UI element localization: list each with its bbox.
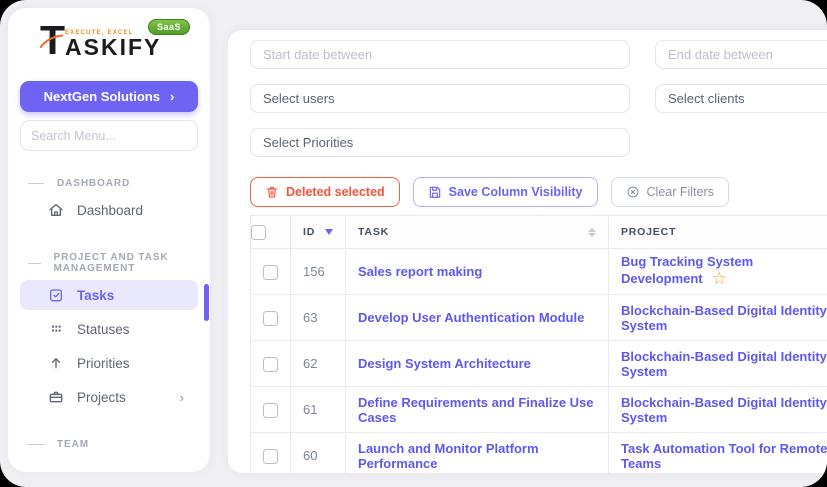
table-row: 61 Define Requirements and Finalize Use … (251, 387, 827, 433)
home-icon (48, 202, 64, 218)
section-header-team: TEAM (8, 439, 210, 450)
section-header-dashboard: DASHBOARD (8, 178, 210, 189)
row-checkbox[interactable] (263, 449, 278, 464)
save-icon (428, 185, 442, 199)
select-priorities-dropdown[interactable]: Select Priorities (250, 128, 630, 157)
task-link[interactable]: Launch and Monitor Platform Performance (358, 441, 539, 471)
table-row: 60 Launch and Monitor Platform Performan… (251, 433, 827, 474)
sidebar-item-tasks[interactable]: Tasks (20, 280, 198, 310)
sidebar-item-priorities[interactable]: Priorities (20, 348, 198, 378)
chevron-right-icon: › (180, 390, 184, 405)
section-dash-icon (28, 263, 41, 264)
sidebar-item-label: Dashboard (77, 203, 143, 218)
project-link[interactable]: Task Automation Tool for Remote Teams (621, 441, 827, 471)
app-screen: SaaS T EXECUTE, EXCEL ASKIFY NextGen Sol… (0, 0, 827, 487)
app-window: SaaS T EXECUTE, EXCEL ASKIFY NextGen Sol… (0, 0, 827, 487)
chevron-right-icon: › (170, 89, 174, 104)
sidebar-scrollbar-thumb[interactable] (204, 284, 209, 321)
table-header-row: ID TASK PROJECT (251, 216, 827, 249)
tasks-panel: Select users Select clients Select Prior… (228, 30, 827, 473)
trash-icon (265, 185, 279, 199)
task-checklist-icon (48, 287, 64, 303)
select-all-checkbox[interactable] (251, 225, 266, 240)
column-header-task[interactable]: TASK (346, 216, 609, 249)
briefcase-icon (48, 389, 64, 405)
select-clients-dropdown[interactable]: Select clients (655, 84, 827, 113)
task-id: 60 (291, 433, 346, 474)
tasks-table: ID TASK PROJECT 15 (250, 215, 827, 473)
task-id: 63 (291, 295, 346, 341)
sidebar-item-dashboard[interactable]: Dashboard (20, 195, 198, 225)
row-checkbox[interactable] (263, 357, 278, 372)
delete-selected-button[interactable]: Deleted selected (250, 177, 400, 207)
task-link[interactable]: Sales report making (358, 264, 482, 279)
select-all-header (251, 216, 291, 249)
section-dash-icon (28, 183, 44, 184)
start-date-filter-input[interactable] (250, 40, 630, 69)
sidebar-item-statuses[interactable]: Statuses (20, 314, 198, 344)
arrow-up-icon (48, 355, 64, 371)
search-menu-input[interactable] (20, 120, 198, 151)
project-link[interactable]: Blockchain-Based Digital Identity System (621, 395, 827, 425)
table-row: 156 Sales report making Bug Tracking Sys… (251, 249, 827, 295)
sidebar: SaaS T EXECUTE, EXCEL ASKIFY NextGen Sol… (8, 8, 210, 472)
logo-wordmark: ASKIFY (65, 37, 161, 58)
circle-x-icon (626, 185, 640, 199)
task-id: 61 (291, 387, 346, 433)
sort-toggle-icon (588, 228, 596, 237)
saas-badge: SaaS (148, 19, 190, 35)
workspace-name: NextGen Solutions (44, 89, 160, 104)
row-checkbox[interactable] (263, 403, 278, 418)
task-table-body: 156 Sales report making Bug Tracking Sys… (251, 249, 827, 474)
workspace-selector-button[interactable]: NextGen Solutions › (20, 81, 198, 112)
end-date-filter-input[interactable] (655, 40, 827, 69)
table-row: 62 Design System Architecture Blockchain… (251, 341, 827, 387)
task-link[interactable]: Define Requirements and Finalize Use Cas… (358, 395, 594, 425)
project-link[interactable]: Bug Tracking System Development (621, 254, 753, 286)
favorite-star-icon[interactable]: ☆ (712, 269, 727, 288)
select-users-dropdown[interactable]: Select users (250, 84, 630, 113)
project-link[interactable]: Blockchain-Based Digital Identity System (621, 349, 827, 379)
table-row: 63 Develop User Authentication Module Bl… (251, 295, 827, 341)
task-link[interactable]: Design System Architecture (358, 356, 531, 371)
section-dash-icon (28, 444, 44, 445)
task-link[interactable]: Develop User Authentication Module (358, 310, 584, 325)
project-link[interactable]: Blockchain-Based Digital Identity System (621, 303, 827, 333)
sidebar-item-label: Projects (77, 390, 126, 405)
taskify-logo: SaaS T EXECUTE, EXCEL ASKIFY (40, 24, 178, 68)
task-id: 62 (291, 341, 346, 387)
sidebar-item-label: Priorities (77, 356, 130, 371)
grid-dots-icon (48, 321, 64, 337)
column-header-project[interactable]: PROJECT (609, 216, 827, 249)
sort-descending-icon (325, 229, 333, 235)
column-header-id[interactable]: ID (291, 216, 346, 249)
sidebar-item-label: Statuses (77, 322, 130, 337)
save-column-visibility-button[interactable]: Save Column Visibility (413, 177, 598, 207)
section-header-project-management: PROJECT AND TASK MANAGEMENT (8, 252, 210, 274)
sidebar-item-projects[interactable]: Projects › (20, 382, 198, 412)
sidebar-item-label: Tasks (77, 288, 114, 303)
clear-filters-button[interactable]: Clear Filters (611, 177, 729, 207)
table-toolbar: Deleted selected Save Column Visibility … (250, 177, 827, 207)
row-checkbox[interactable] (263, 311, 278, 326)
task-id: 156 (291, 249, 346, 295)
row-checkbox[interactable] (263, 265, 278, 280)
